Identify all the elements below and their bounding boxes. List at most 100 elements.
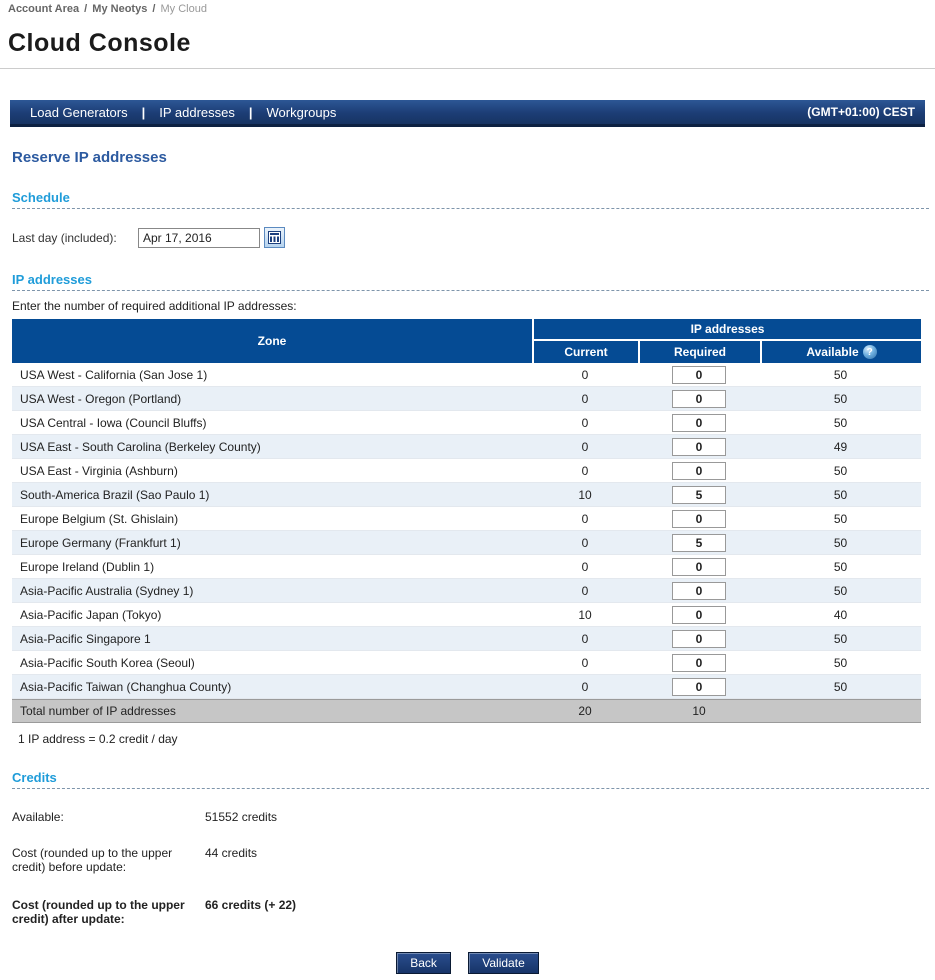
current-cell: 0 — [532, 531, 638, 555]
required-input[interactable] — [672, 678, 726, 696]
zone-cell: Asia-Pacific Singapore 1 — [12, 627, 532, 651]
table-row: Europe Germany (Frankfurt 1) 0 50 — [12, 531, 921, 555]
required-cell — [638, 507, 760, 531]
zone-cell: USA West - California (San Jose 1) — [12, 363, 532, 387]
zone-cell: USA West - Oregon (Portland) — [12, 387, 532, 411]
required-input[interactable] — [672, 462, 726, 480]
nav-separator: | — [249, 105, 253, 120]
zone-cell: Asia-Pacific Australia (Sydney 1) — [12, 579, 532, 603]
table-row: Europe Ireland (Dublin 1) 0 50 — [12, 555, 921, 579]
required-input[interactable] — [672, 558, 726, 576]
credits-available-label: Available: — [12, 810, 205, 824]
available-cell: 50 — [760, 363, 921, 387]
required-cell — [638, 483, 760, 507]
nav-item-ip-addresses[interactable]: IP addresses — [159, 105, 235, 120]
schedule-section-heading: Schedule — [12, 190, 929, 209]
cost-after-value: 66 credits (+ 22) — [205, 898, 296, 926]
required-cell — [638, 363, 760, 387]
available-cell: 50 — [760, 531, 921, 555]
nav-item-load-generators[interactable]: Load Generators — [30, 105, 128, 120]
cloud-console-page: Account Area / My Neotys / My Cloud Clou… — [0, 0, 935, 980]
required-input[interactable] — [672, 582, 726, 600]
required-input[interactable] — [672, 438, 726, 456]
credits-available-value: 51552 credits — [205, 810, 277, 824]
available-cell: 50 — [760, 579, 921, 603]
breadcrumb-my-neotys[interactable]: My Neotys — [92, 3, 147, 15]
navbar-items: Load Generators | IP addresses | Workgro… — [10, 105, 336, 120]
total-row: Total number of IP addresses 20 10 — [12, 699, 921, 723]
required-input[interactable] — [672, 366, 726, 384]
help-icon[interactable]: ? — [863, 345, 877, 359]
credits-cost-before-row: Cost (rounded up to the upper credit) be… — [12, 846, 935, 874]
required-input[interactable] — [672, 510, 726, 528]
required-cell — [638, 555, 760, 579]
required-input[interactable] — [672, 414, 726, 432]
table-instruction: Enter the number of required additional … — [12, 299, 935, 313]
required-input[interactable] — [672, 486, 726, 504]
table-row: Asia-Pacific Australia (Sydney 1) 0 50 — [12, 579, 921, 603]
zone-cell: Europe Belgium (St. Ghislain) — [12, 507, 532, 531]
required-input[interactable] — [672, 606, 726, 624]
timezone-label: (GMT+01:00) CEST — [807, 105, 925, 119]
available-header-label: Available — [806, 345, 858, 359]
required-input[interactable] — [672, 654, 726, 672]
current-cell: 10 — [532, 603, 638, 627]
table-row: Europe Belgium (St. Ghislain) 0 50 — [12, 507, 921, 531]
required-cell — [638, 411, 760, 435]
table-row: Asia-Pacific Singapore 1 0 50 — [12, 627, 921, 651]
last-day-input[interactable] — [138, 228, 260, 248]
current-cell: 0 — [532, 459, 638, 483]
required-cell — [638, 603, 760, 627]
table-row: USA East - South Carolina (Berkeley Coun… — [12, 435, 921, 459]
credits-heading-label: Credits — [12, 770, 57, 785]
current-cell: 10 — [532, 483, 638, 507]
ip-addresses-section-heading: IP addresses — [12, 272, 929, 291]
required-cell — [638, 459, 760, 483]
zone-cell: South-America Brazil (Sao Paulo 1) — [12, 483, 532, 507]
total-required: 10 — [638, 699, 760, 723]
credits-cost-after-row: Cost (rounded up to the upper credit) af… — [12, 898, 935, 926]
current-cell: 0 — [532, 435, 638, 459]
page-title: Cloud Console — [0, 15, 935, 58]
required-cell — [638, 531, 760, 555]
cost-after-label: Cost (rounded up to the upper credit) af… — [12, 898, 205, 926]
current-column-header: Current — [532, 341, 638, 363]
zone-column-header: Zone — [12, 319, 532, 363]
validate-button[interactable]: Validate — [468, 952, 538, 974]
zone-cell: Asia-Pacific South Korea (Seoul) — [12, 651, 532, 675]
required-column-header: Required — [638, 341, 760, 363]
current-cell: 0 — [532, 411, 638, 435]
zone-cell: Europe Ireland (Dublin 1) — [12, 555, 532, 579]
breadcrumb-account-area[interactable]: Account Area — [8, 3, 79, 15]
calendar-icon — [268, 231, 281, 244]
required-input[interactable] — [672, 390, 726, 408]
required-input[interactable] — [672, 534, 726, 552]
cost-before-label: Cost (rounded up to the upper credit) be… — [12, 846, 205, 874]
available-cell: 49 — [760, 435, 921, 459]
table-row: USA Central - Iowa (Council Bluffs) 0 50 — [12, 411, 921, 435]
back-button[interactable]: Back — [396, 952, 451, 974]
available-cell: 50 — [760, 387, 921, 411]
title-divider — [0, 68, 935, 69]
credits-section-heading: Credits — [12, 770, 929, 789]
required-cell — [638, 387, 760, 411]
required-cell — [638, 435, 760, 459]
current-cell: 0 — [532, 579, 638, 603]
required-cell — [638, 579, 760, 603]
table-row: USA East - Virginia (Ashburn) 0 50 — [12, 459, 921, 483]
credit-rate-note: 1 IP address = 0.2 credit / day — [18, 732, 935, 746]
calendar-button[interactable] — [264, 227, 285, 248]
breadcrumb-current: My Cloud — [161, 3, 207, 15]
breadcrumb: Account Area / My Neotys / My Cloud — [0, 0, 935, 15]
current-cell: 0 — [532, 363, 638, 387]
zone-cell: USA Central - Iowa (Council Bluffs) — [12, 411, 532, 435]
table-row: Asia-Pacific South Korea (Seoul) 0 50 — [12, 651, 921, 675]
nav-item-workgroups[interactable]: Workgroups — [267, 105, 337, 120]
current-cell: 0 — [532, 387, 638, 411]
required-input[interactable] — [672, 630, 726, 648]
available-cell: 50 — [760, 651, 921, 675]
zone-cell: Europe Germany (Frankfurt 1) — [12, 531, 532, 555]
nav-separator: | — [142, 105, 146, 120]
available-cell: 50 — [760, 483, 921, 507]
current-cell: 0 — [532, 555, 638, 579]
